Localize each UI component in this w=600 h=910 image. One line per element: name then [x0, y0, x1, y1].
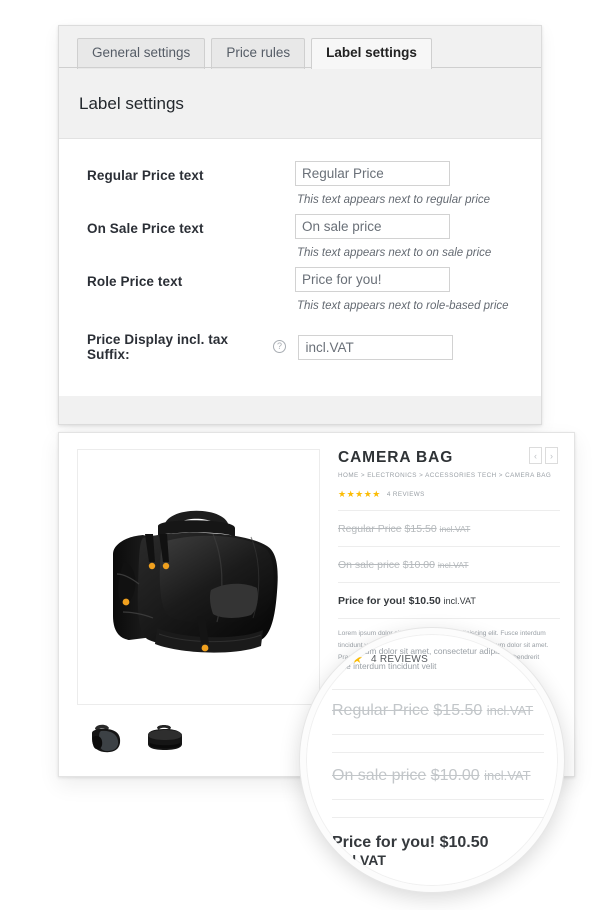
magnifier-separator-6 — [332, 886, 544, 887]
role-price-text-input[interactable] — [295, 267, 450, 292]
star-rating-icon-magnified: ★★★ — [328, 651, 363, 667]
on-sale-price-text-label: On Sale Price text — [87, 221, 204, 236]
product-thumbnails — [77, 719, 320, 757]
tab-price-rules[interactable]: Price rules — [211, 38, 306, 69]
regular-price-text-control: This text appears next to regular price — [295, 161, 521, 206]
screenshot-root: General settings Price rules Label setti… — [0, 0, 600, 910]
magnifier-role-price-suffix: incl.VAT — [332, 852, 386, 869]
tab-bar-underline — [59, 67, 541, 68]
tax-suffix-control: ? — [273, 334, 521, 360]
camera-bag-thumb-1[interactable] — [85, 719, 129, 757]
magnifier-sale-price-label: On sale price — [332, 767, 427, 785]
product-gallery — [77, 449, 320, 757]
field-row-tax-suffix: Price Display incl. tax Suffix: ? — [59, 312, 541, 362]
settings-section-header: Label settings — [59, 68, 541, 139]
regular-price-text-label: Regular Price text — [87, 168, 204, 183]
on-sale-price-text-control: This text appears next to on sale price — [295, 214, 521, 259]
magnifier-review-count: 4 REVIEWS — [370, 653, 429, 665]
rating-row: ★★★★★ 4 REVIEWS — [338, 489, 560, 500]
role-price-text-label: Role Price text — [87, 274, 183, 289]
camera-bag-illustration — [101, 488, 297, 666]
sale-price-amount: $10.00 — [402, 559, 435, 571]
role-price-text-description: This text appears next to role-based pri… — [297, 300, 509, 312]
label-settings-panel: General settings Price rules Label setti… — [58, 25, 542, 425]
tab-label-settings[interactable]: Label settings — [311, 38, 432, 69]
tax-suffix-input[interactable] — [298, 334, 454, 360]
role-price-label: Price for you! — [338, 595, 406, 607]
magnifier-regular-price-amount: $15.50 — [433, 702, 483, 720]
breadcrumb[interactable]: HOME > ELECTRONICS > ACCESSORIES TECH > … — [338, 472, 560, 479]
chevron-right-icon[interactable]: › — [545, 447, 558, 464]
sale-price-line: On sale price $10.00 incl.VAT — [338, 546, 560, 582]
page-title: Label settings — [79, 94, 184, 113]
magnifier-sale-price: On sale price $10.00 incl.VAT — [306, 767, 558, 785]
magnifier-regular-price-label: Regular Price — [332, 702, 429, 720]
magnifier-sale-price-suffix: incl.VAT — [484, 768, 531, 784]
regular-price-line: Regular Price $15.50 incl.VAT — [338, 510, 560, 546]
chevron-left-icon[interactable]: ‹ — [529, 447, 542, 464]
field-row-regular-price-text: Regular Price text This text appears nex… — [59, 153, 541, 206]
tab-general-settings-label: General settings — [92, 45, 191, 61]
settings-tab-bar: General settings Price rules Label setti… — [59, 26, 541, 69]
sale-price-display: On sale price $10.00 incl.VAT — [338, 559, 469, 571]
magnifier-role-price-amount: $10.50 — [439, 834, 489, 852]
tax-suffix-label: Price Display incl. tax Suffix: — [87, 332, 229, 362]
magnifier-role-price: Price for you! $10.50 incl.VAT — [306, 834, 558, 870]
regular-price-suffix: incl.VAT — [439, 524, 471, 534]
tab-general-settings[interactable]: General settings — [77, 38, 206, 69]
review-count[interactable]: 4 REVIEWS — [387, 491, 425, 498]
sale-price-label: On sale price — [338, 559, 400, 571]
field-row-role-price-text: Role Price text This text appears next t… — [59, 259, 541, 312]
magnifier-content: Lorem ipsum dolor sit amet, consectetur … — [306, 634, 558, 887]
on-sale-price-text-description: This text appears next to on sale price — [297, 247, 492, 259]
regular-price-label: Regular Price — [338, 523, 402, 535]
question-mark-icon[interactable]: ? — [273, 339, 286, 353]
magnifier-lens: Lorem ipsum dolor sit amet, consectetur … — [300, 628, 564, 892]
regular-price-text-description: This text appears next to regular price — [297, 194, 491, 206]
regular-price-amount: $15.50 — [404, 523, 437, 535]
product-nav-arrows: ‹ › — [529, 447, 558, 464]
regular-price-text-input[interactable] — [295, 161, 450, 186]
role-price-line: Price for you! $10.50 incl.VAT — [338, 582, 560, 618]
role-price-amount: $10.50 — [408, 595, 441, 607]
role-price-suffix: incl.VAT — [443, 596, 476, 606]
magnifier-sale-price-amount: $10.00 — [430, 767, 480, 785]
magnifier-role-price-label: Price for you! — [332, 834, 436, 852]
tab-label-settings-label: Label settings — [326, 45, 417, 61]
on-sale-price-text-input[interactable] — [295, 214, 450, 239]
magnifier-rating-row: ★★★ 4 REVIEWS — [306, 651, 558, 667]
tab-price-rules-label: Price rules — [226, 45, 291, 61]
role-price-text-control: This text appears next to role-based pri… — [295, 267, 521, 312]
camera-bag-main-image[interactable] — [77, 449, 320, 705]
product-title: CAMERA BAG — [338, 449, 454, 466]
regular-price-display: Regular Price $15.50 incl.VAT — [338, 523, 470, 535]
sale-price-suffix: incl.VAT — [437, 560, 469, 570]
magnifier-regular-price-suffix: incl.VAT — [486, 703, 534, 719]
camera-bag-thumb-2[interactable] — [143, 719, 187, 757]
field-row-on-sale-price-text: On Sale Price text This text appears nex… — [59, 206, 541, 259]
role-price-display: Price for you! $10.50 incl.VAT — [338, 595, 476, 607]
star-rating-icon: ★★★★★ — [338, 489, 381, 499]
magnifier-regular-price: Regular Price $15.50 incl.VAT — [306, 702, 558, 720]
settings-form: Regular Price text This text appears nex… — [59, 139, 541, 396]
